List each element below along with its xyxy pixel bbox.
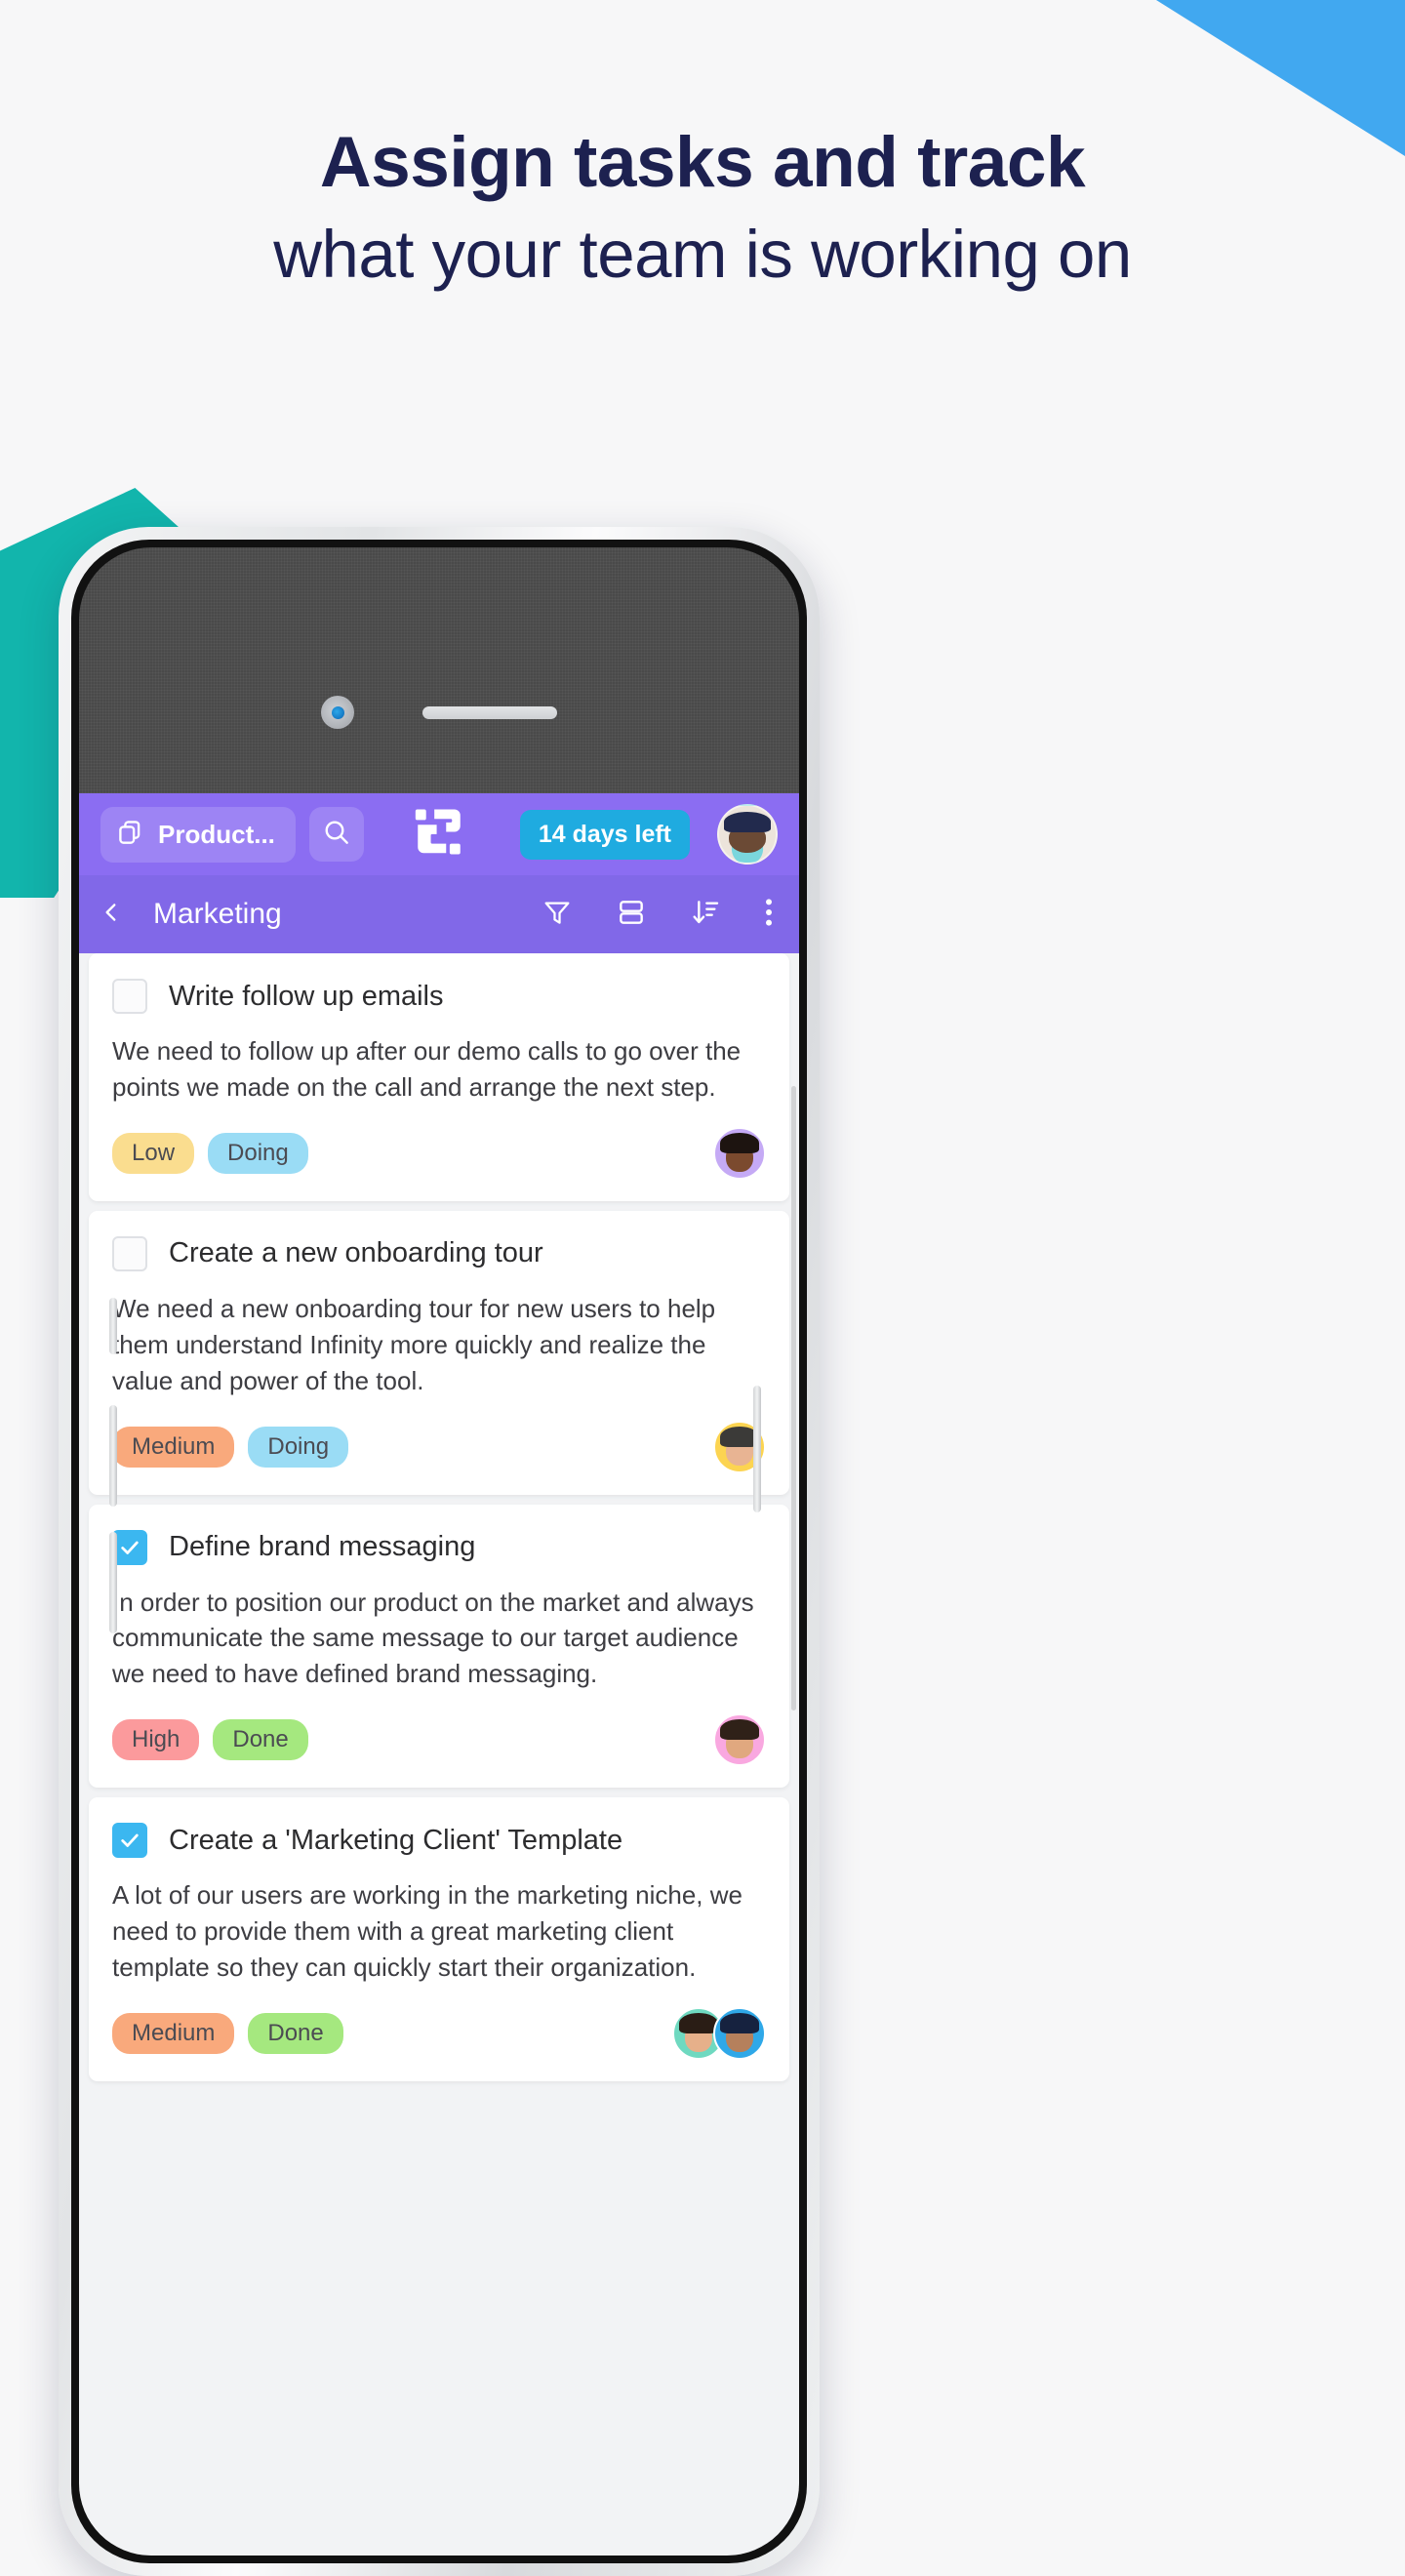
phone-bezel: Product... 14 days left Marketing Write … (71, 540, 807, 2563)
task-card-header: Create a 'Marketing Client' Template (112, 1823, 766, 1859)
app-screen: Product... 14 days left Marketing Write … (79, 793, 799, 2556)
app-header: Product... 14 days left (79, 793, 799, 875)
task-description: We need to follow up after our demo call… (112, 1036, 742, 1102)
phone-mockup: Product... 14 days left Marketing Write … (59, 527, 820, 2576)
phone-screen: Product... 14 days left Marketing Write … (79, 547, 799, 2556)
task-tag[interactable]: Medium (112, 2012, 235, 2054)
phone-volume-up-button (109, 1405, 117, 1507)
check-icon (121, 1833, 139, 1848)
page-title: Assign tasks and track (319, 123, 1086, 202)
avatar-hair (720, 1719, 759, 1741)
task-checkbox[interactable] (112, 1529, 147, 1565)
task-assignees (713, 1126, 766, 1180)
view-toolbar: Marketing (79, 875, 799, 953)
task-card-header: Create a new onboarding tour (112, 1235, 766, 1271)
view-title: Marketing (153, 898, 282, 930)
avatar[interactable] (713, 2006, 766, 2060)
task-card-header: Write follow up emails (112, 979, 766, 1014)
task-tag[interactable]: Low (112, 1132, 195, 1174)
phone-volume-down-button (109, 1532, 117, 1633)
copy-icon (116, 818, 145, 852)
task-checkbox[interactable] (112, 979, 147, 1014)
phone-sensor-row (79, 696, 799, 729)
earpiece-speaker (422, 705, 557, 719)
check-icon (121, 1541, 139, 1554)
page-subtitle: what your team is working on (273, 217, 1132, 292)
phone-power-button (753, 1386, 761, 1512)
task-description: We need a new onboarding tour for new us… (112, 1293, 716, 1395)
board-selector-button[interactable]: Product... (100, 806, 296, 863)
avatar[interactable] (713, 1713, 766, 1767)
avatar-hair (679, 2012, 718, 2033)
task-meta-row: Medium Doing (112, 1420, 766, 1473)
task-tag[interactable]: Doing (248, 1426, 349, 1468)
task-list: Write follow up emails We need to follow … (79, 953, 799, 2081)
chevron-left-icon[interactable] (99, 896, 124, 934)
task-meta-row: Medium Done (112, 2006, 766, 2060)
more-vertical-icon[interactable] (764, 896, 774, 934)
task-meta-row: High Done (112, 1713, 766, 1767)
task-tag[interactable]: Medium (112, 1426, 235, 1468)
task-meta-row: Low Doing (112, 1126, 766, 1180)
task-description: In order to position our product on the … (112, 1587, 754, 1689)
avatar-hair (720, 1132, 759, 1153)
avatar[interactable] (717, 804, 778, 865)
scrollbar[interactable] (791, 1086, 796, 1711)
task-card[interactable]: Create a 'Marketing Client' Template A lo… (89, 1797, 789, 2081)
task-title: Write follow up emails (169, 980, 444, 1012)
search-button[interactable] (308, 807, 364, 862)
task-card[interactable]: Create a new onboarding tour We need a ne… (89, 1210, 789, 1495)
search-icon (321, 817, 352, 853)
infinity-logo-icon (411, 804, 467, 865)
task-title: Define brand messaging (169, 1531, 476, 1563)
task-title: Create a 'Marketing Client' Template (169, 1824, 623, 1856)
trial-days-badge[interactable]: 14 days left (519, 809, 690, 860)
hero-text-block: Assign tasks and track what your team is… (0, 127, 1405, 290)
board-name-label: Product... (158, 819, 275, 849)
phone-silent-switch (109, 1298, 117, 1354)
task-assignees (713, 1713, 766, 1767)
toolbar-actions (542, 896, 774, 934)
avatar-hair (720, 2012, 759, 2033)
task-title: Create a new onboarding tour (169, 1237, 543, 1269)
task-assignees (672, 2006, 766, 2060)
task-description: A lot of our users are working in the ma… (112, 1880, 743, 1983)
sort-descending-icon[interactable] (690, 897, 721, 933)
group-rows-icon[interactable] (616, 897, 647, 933)
task-tag[interactable]: High (112, 1719, 200, 1761)
task-tag[interactable]: Done (248, 2012, 343, 2054)
task-card-header: Define brand messaging (112, 1529, 766, 1565)
task-checkbox[interactable] (112, 1823, 147, 1859)
front-camera-icon (321, 696, 354, 729)
avatar[interactable] (713, 1126, 766, 1180)
task-tag[interactable]: Done (213, 1719, 308, 1761)
task-card[interactable]: Write follow up emails We need to follow … (89, 953, 789, 1201)
task-checkbox[interactable] (112, 1235, 147, 1271)
task-tag[interactable]: Doing (208, 1132, 308, 1174)
filter-icon[interactable] (542, 897, 573, 933)
task-card[interactable]: Define brand messaging In order to positi… (89, 1504, 789, 1789)
